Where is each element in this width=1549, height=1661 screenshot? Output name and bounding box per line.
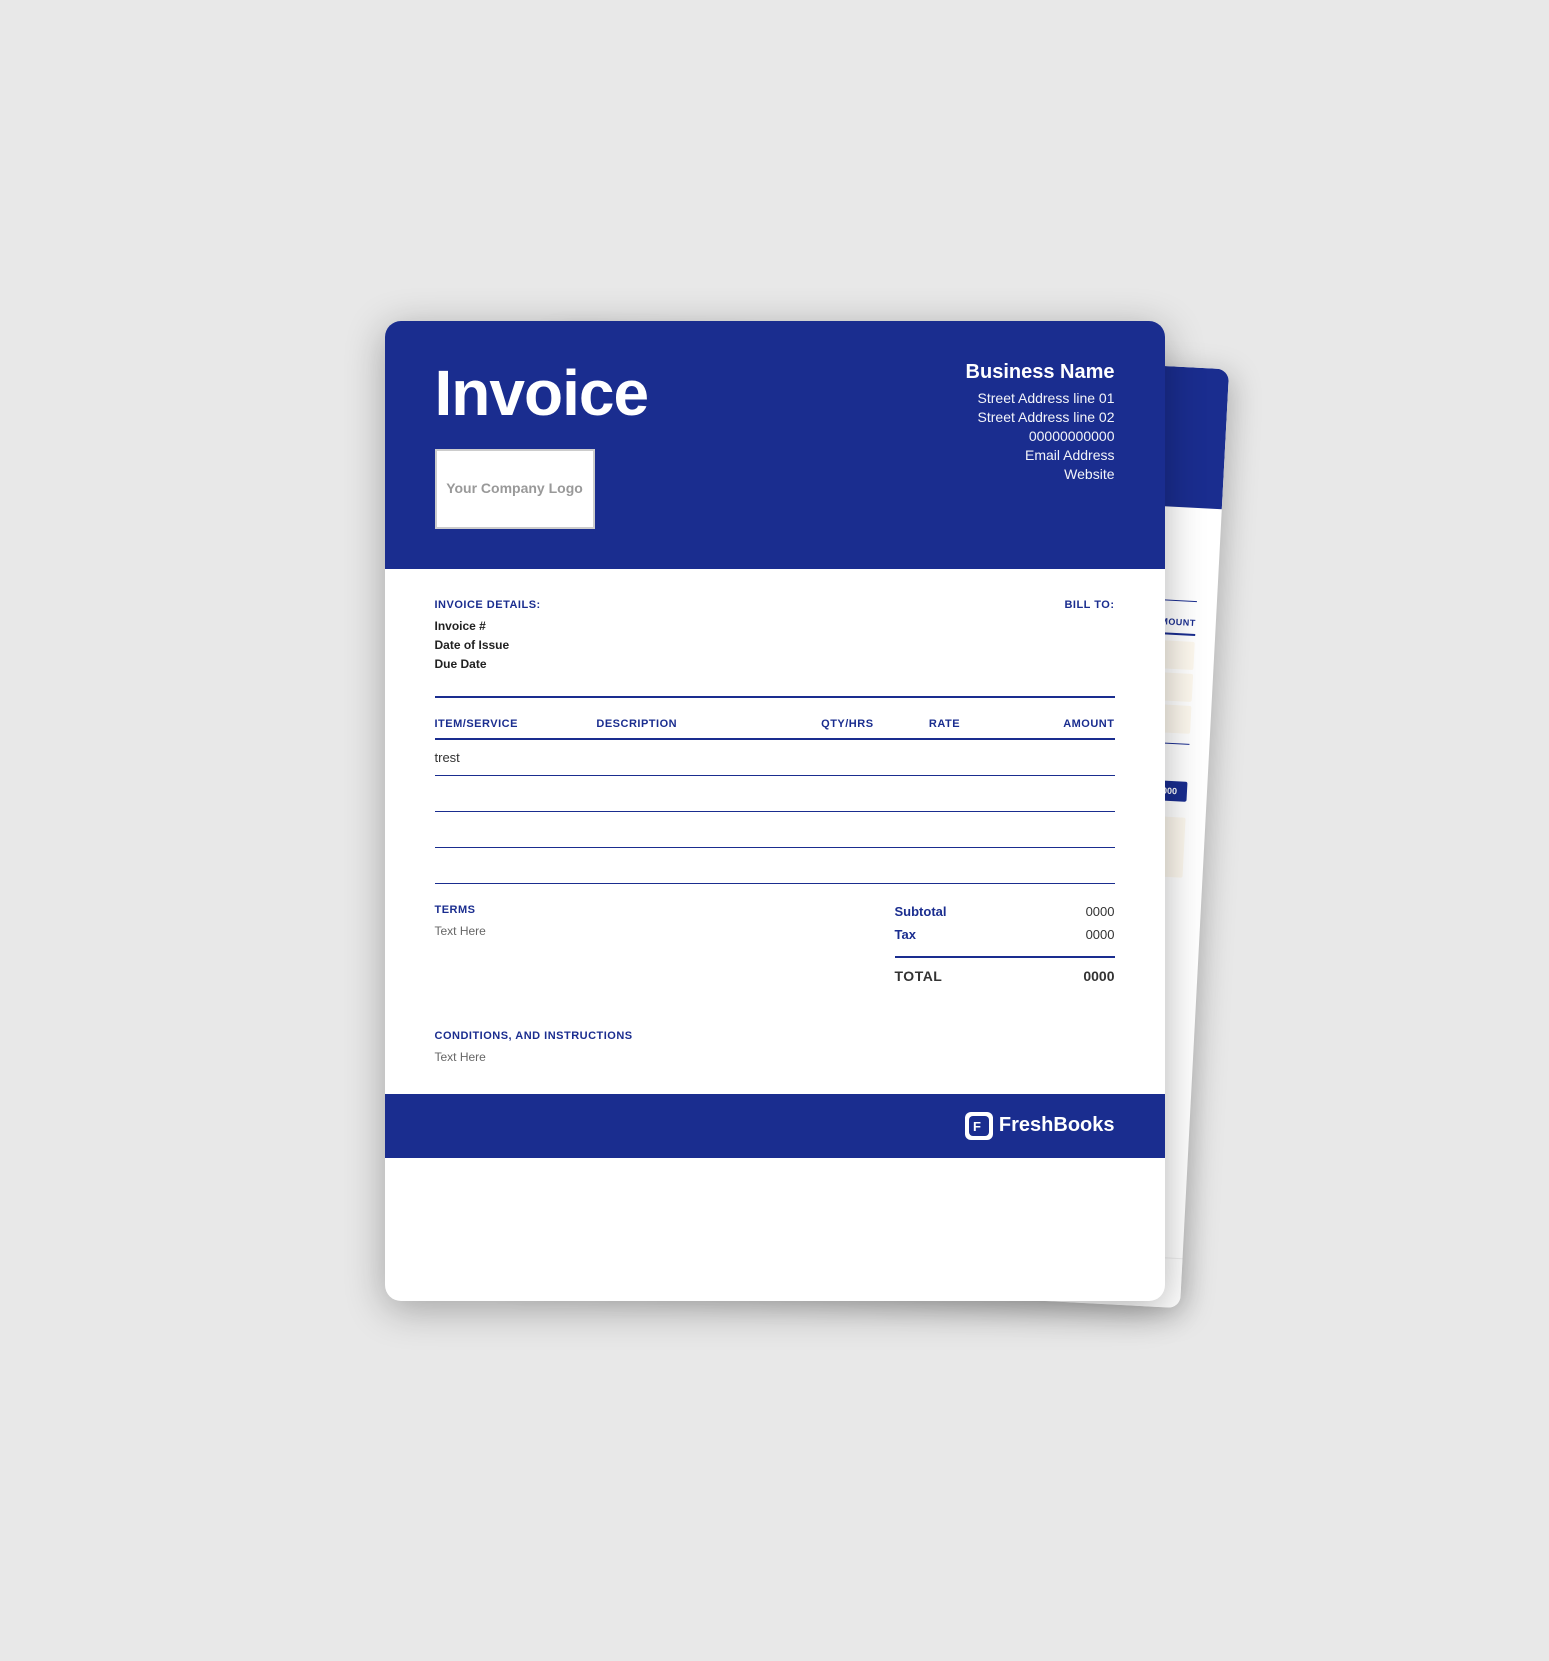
col-header-desc: DESCRIPTION: [596, 718, 798, 730]
terms-label: TERMS: [435, 904, 775, 916]
terms-text: Text Here: [435, 924, 775, 938]
col-header-rate: RATE: [896, 718, 993, 730]
total-label: TOTAL: [895, 968, 943, 984]
business-address1: Street Address line 01: [966, 390, 1115, 406]
terms-section: TERMS Text Here: [435, 904, 775, 938]
tax-row: Tax 0000: [895, 927, 1115, 942]
bottom-section: TERMS Text Here Subtotal 0000 Tax 0000 T…: [435, 904, 1115, 984]
col-header-item: ITEM/SERVICE: [435, 718, 597, 730]
details-left: INVOICE DETAILS: Invoice # Date of Issue…: [435, 599, 775, 676]
header-left: Invoice Your Company Logo: [435, 361, 649, 529]
business-email: Email Address: [966, 447, 1115, 463]
total-final-row: TOTAL 0000: [895, 968, 1115, 984]
conditions-label: CONDITIONS, AND INSTRUCTIONS: [435, 1030, 1115, 1042]
business-website: Website: [966, 466, 1115, 482]
svg-text:F: F: [973, 1119, 981, 1134]
freshbooks-icon: F: [965, 1112, 993, 1140]
conditions-section: CONDITIONS, AND INSTRUCTIONS Text Here: [435, 1014, 1115, 1064]
subtotal-row: Subtotal 0000: [895, 904, 1115, 919]
business-address2: Street Address line 02: [966, 409, 1115, 425]
tax-value: 0000: [1086, 927, 1115, 942]
table-header: ITEM/SERVICE DESCRIPTION QTY/HRS RATE AM…: [435, 710, 1115, 740]
total-value: 0000: [1083, 968, 1114, 984]
row1-qty: [799, 750, 896, 765]
table-row-3: [435, 812, 1115, 848]
company-logo-box: Your Company Logo: [435, 449, 595, 529]
date-issue-row: Date of Issue: [435, 638, 775, 652]
business-phone: 00000000000: [966, 428, 1115, 444]
invoice-footer: F FreshBooks: [385, 1094, 1165, 1158]
subtotal-value: 0000: [1086, 904, 1115, 919]
row1-amount: [993, 750, 1114, 765]
table-row-1: trest: [435, 740, 1115, 776]
col-header-qty: QTY/HRS: [799, 718, 896, 730]
invoice-header: Invoice Your Company Logo Business Name …: [385, 321, 1165, 569]
table-row-2: [435, 776, 1115, 812]
invoice-front: Invoice Your Company Logo Business Name …: [385, 321, 1165, 1301]
totals-section: Subtotal 0000 Tax 0000 TOTAL 0000: [775, 904, 1115, 984]
invoice-details-label: INVOICE DETAILS:: [435, 599, 775, 611]
col-header-amount: AMOUNT: [993, 718, 1114, 730]
row1-item: trest: [435, 750, 597, 765]
freshbooks-text: FreshBooks: [999, 1114, 1115, 1137]
freshbooks-logo: F FreshBooks: [965, 1112, 1115, 1140]
row1-rate: [896, 750, 993, 765]
row1-desc: [596, 750, 798, 765]
table-row-4: [435, 848, 1115, 884]
divider-1: [435, 696, 1115, 698]
invoice-num-row: Invoice #: [435, 619, 775, 633]
subtotal-label: Subtotal: [895, 904, 947, 919]
business-name: Business Name: [966, 361, 1115, 384]
tax-label: Tax: [895, 927, 916, 942]
details-right: BILL TO:: [775, 599, 1115, 676]
totals-divider: [895, 956, 1115, 958]
invoice-scene: INVOICE DETAILS: Invoice # 0000 Date of …: [385, 321, 1165, 1341]
items-section: ITEM/SERVICE DESCRIPTION QTY/HRS RATE AM…: [435, 710, 1115, 884]
invoice-body: INVOICE DETAILS: Invoice # Date of Issue…: [385, 569, 1165, 1094]
header-right: Business Name Street Address line 01 Str…: [966, 361, 1115, 485]
conditions-text: Text Here: [435, 1050, 1115, 1064]
bill-to-label: BILL TO:: [775, 599, 1115, 611]
due-date-row: Due Date: [435, 657, 775, 671]
invoice-title: Invoice: [435, 361, 649, 425]
details-section: INVOICE DETAILS: Invoice # Date of Issue…: [435, 599, 1115, 676]
